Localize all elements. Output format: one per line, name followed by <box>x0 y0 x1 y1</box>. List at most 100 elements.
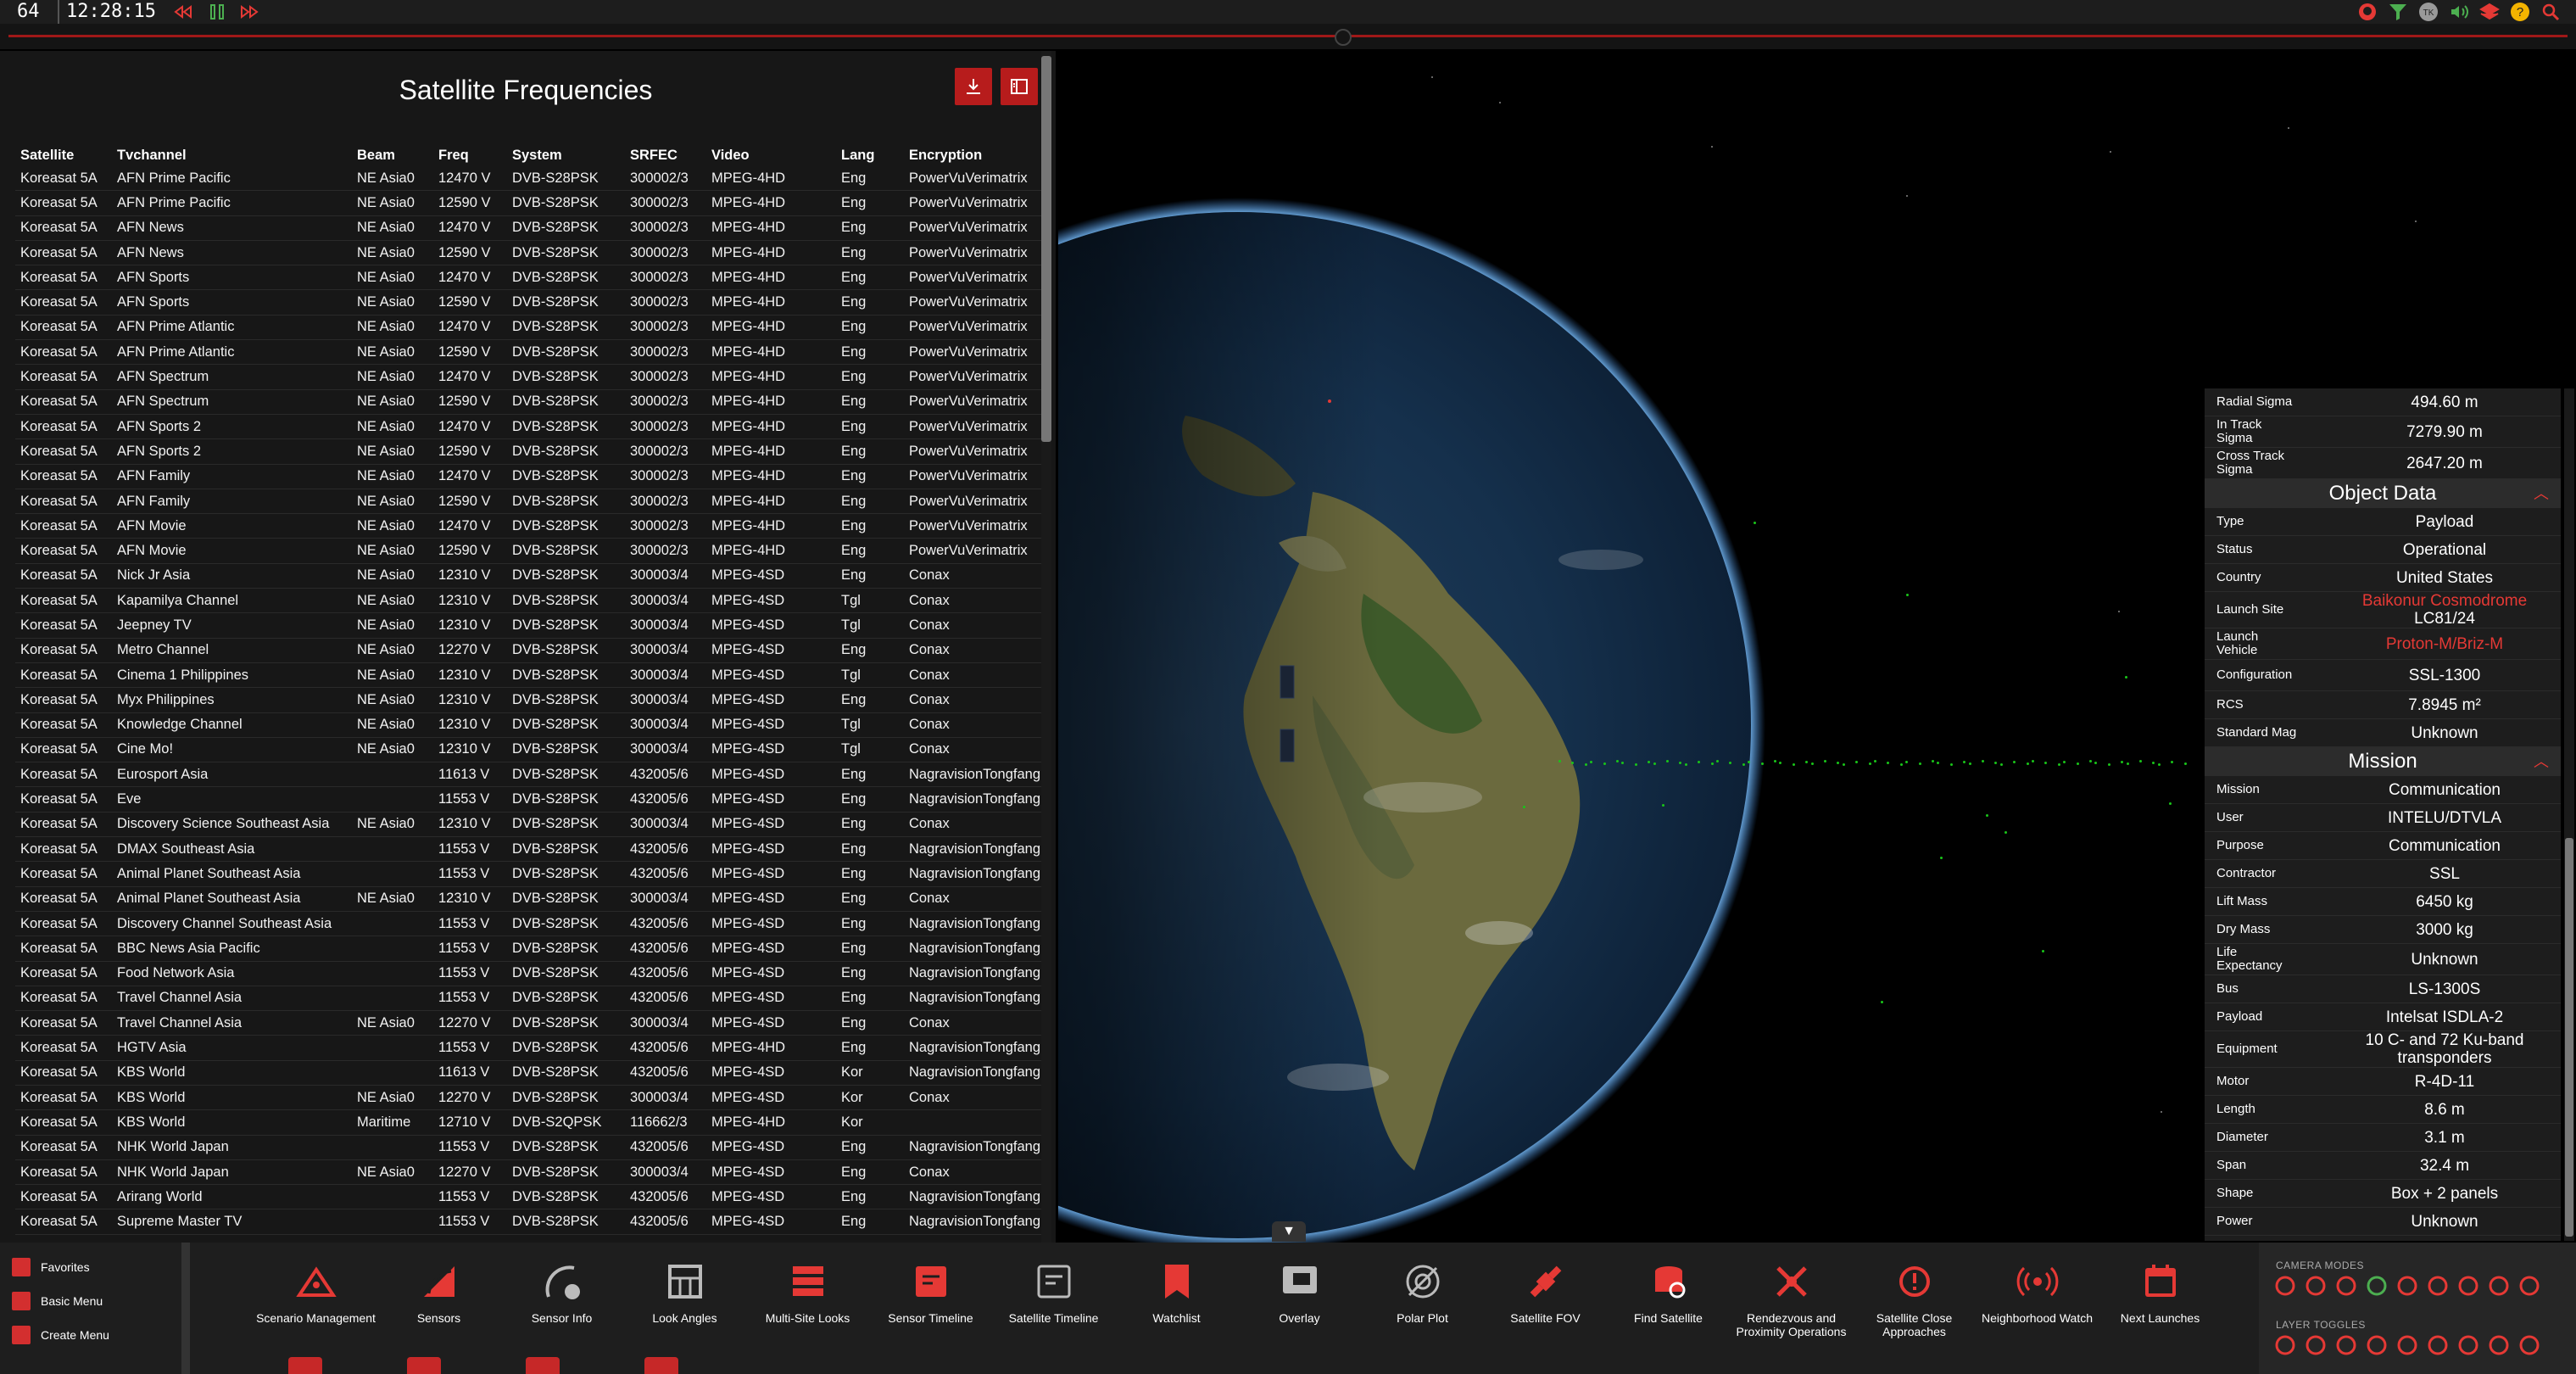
table-row[interactable]: Koreasat 5A Arirang World 11553 V DVB-S28PS… <box>15 1184 1051 1210</box>
search-icon[interactable] <box>2540 2 2561 22</box>
target-icon[interactable] <box>2427 1275 2449 1297</box>
layers-icon[interactable] <box>2479 2 2500 22</box>
image-icon[interactable] <box>2335 1334 2357 1356</box>
satellite-timeline-button[interactable]: Satellite Timeline <box>992 1260 1115 1338</box>
disabled-icon[interactable] <box>2396 1275 2418 1297</box>
satellite-dot[interactable] <box>2057 763 2060 766</box>
satellite-dot[interactable] <box>1662 804 1664 807</box>
menu-scrollbar[interactable] <box>181 1243 190 1374</box>
table-row[interactable]: Koreasat 5A AFN Movie NE Asia0 12470 V DVB-S… <box>15 513 1051 539</box>
table-row[interactable]: Koreasat 5A DMAX Southeast Asia 11553 V DVB… <box>15 836 1051 863</box>
info-panel-scrollbar[interactable] <box>2564 388 2574 1241</box>
find-satellite-button[interactable]: Find Satellite <box>1607 1260 1730 1338</box>
info-value-text[interactable]: Proton-M/Briz-M <box>2344 635 2545 653</box>
multi-site-button[interactable]: Multi-Site Looks <box>746 1260 869 1338</box>
table-row[interactable]: Koreasat 5A Cinema 1 Philippines NE Asia0 1… <box>15 662 1051 689</box>
satellite-dot[interactable] <box>2042 950 2044 952</box>
map-icon[interactable] <box>2305 1275 2327 1297</box>
satellite-dot[interactable] <box>1760 762 1764 765</box>
satellite-dot[interactable] <box>1616 760 1619 762</box>
object-data-header[interactable]: Object Data ︿ <box>2205 479 2561 508</box>
satellite-dot[interactable] <box>2169 802 2172 805</box>
calendar-button[interactable]: Next Launches <box>2099 1260 2222 1338</box>
sensor-button[interactable]: Sensors <box>377 1260 500 1338</box>
satellite-dot[interactable] <box>1874 760 1876 762</box>
satellite-dot[interactable] <box>1918 762 1921 765</box>
table-row[interactable]: Koreasat 5A AFN Prime Atlantic NE Asia0 124… <box>15 315 1051 341</box>
sensor-icon[interactable] <box>407 1357 441 1374</box>
table-row[interactable]: Koreasat 5A AFN News NE Asia0 12470 V DVB-S2… <box>15 215 1051 241</box>
house-icon[interactable] <box>2457 1275 2479 1297</box>
satellite-dot[interactable] <box>1653 762 1656 765</box>
no-satellite-icon[interactable] <box>2518 1334 2540 1356</box>
panel-toggle-button[interactable] <box>1001 68 1038 105</box>
satellite-view-icon[interactable] <box>2366 1275 2388 1297</box>
table-row[interactable]: Koreasat 5A Animal Planet Southeast Asia 1… <box>15 861 1051 887</box>
folder-icon[interactable] <box>526 1357 560 1374</box>
filter-icon[interactable] <box>2388 2 2408 22</box>
timeline-slider[interactable] <box>0 24 2576 49</box>
fast-forward-icon[interactable] <box>239 2 259 22</box>
table-row[interactable]: Koreasat 5A AFN Family NE Asia0 12470 V DVB-… <box>15 464 1051 489</box>
table-row[interactable]: Koreasat 5A Animal Planet Southeast Asia N… <box>15 886 1051 912</box>
look-angles-button[interactable]: Look Angles <box>623 1260 746 1338</box>
satellite-dot[interactable] <box>1899 763 1903 766</box>
column-header[interactable]: Video <box>706 144 836 166</box>
rewind-icon[interactable] <box>173 2 193 22</box>
satellite-dot[interactable] <box>1949 763 1953 766</box>
camera-icon[interactable] <box>2518 1275 2540 1297</box>
close-approach-button[interactable]: Satellite Close Approaches <box>1853 1260 1976 1338</box>
user-avatar-icon[interactable]: TK <box>2418 2 2439 22</box>
grid-icon[interactable] <box>2427 1334 2449 1356</box>
table-row[interactable]: Koreasat 5A Supreme Master TV 11553 V DVB-S… <box>15 1209 1051 1235</box>
table-row[interactable]: Koreasat 5A NHK World Japan NE Asia0 12270 … <box>15 1159 1051 1186</box>
column-header[interactable]: Beam <box>352 144 433 166</box>
table-scrollbar[interactable] <box>1041 51 1051 1243</box>
satellite-dot[interactable] <box>1634 763 1637 766</box>
polar-plot-button[interactable]: Polar Plot <box>1361 1260 1484 1338</box>
table-row[interactable]: Koreasat 5A Discovery Science Southeast A… <box>15 812 1051 838</box>
table-row[interactable]: Koreasat 5A AFN Sports 2 NE Asia0 12590 V DV… <box>15 438 1051 465</box>
table-row[interactable]: Koreasat 5A KBS World 11613 V DVB-S28PSK 432… <box>15 1060 1051 1086</box>
neighborhood-watch-button[interactable]: Neighborhood Watch <box>1976 1260 2099 1338</box>
column-header[interactable]: Encryption <box>904 144 1051 166</box>
help-icon[interactable]: ? <box>2510 2 2530 22</box>
satellite-dot[interactable] <box>1968 762 1971 765</box>
satellite-dot[interactable] <box>2107 763 2110 766</box>
satellite-dot[interactable] <box>1999 763 2003 766</box>
column-header[interactable]: Lang <box>836 144 904 166</box>
satellite-dot[interactable] <box>1940 857 1943 859</box>
table-row[interactable]: Koreasat 5A Knowledge Channel NE Asia0 1231… <box>15 712 1051 738</box>
satellite-dot[interactable] <box>2089 760 2092 762</box>
info-link[interactable]: Baikonur Cosmodrome LC81/24 <box>2344 592 2561 628</box>
scrollbar-thumb[interactable] <box>2565 838 2573 1237</box>
timeline-handle[interactable] <box>1335 29 1352 46</box>
calendar-icon[interactable] <box>288 1357 322 1374</box>
satellite-dot[interactable] <box>2183 762 2187 765</box>
satellite-icon[interactable] <box>2335 1275 2357 1297</box>
satellite-dot[interactable] <box>2125 676 2127 679</box>
satellite-dot[interactable] <box>1842 763 1845 766</box>
satellite-dot[interactable] <box>1754 522 1756 524</box>
collapse-bottom-menu-button[interactable]: ▼ <box>1272 1221 1306 1242</box>
table-row[interactable]: Koreasat 5A AFN Sports NE Asia0 12590 V DVB-… <box>15 289 1051 316</box>
table-row[interactable]: Koreasat 5A Metro Channel NE Asia0 12270 VD… <box>15 638 1051 663</box>
flag-icon[interactable] <box>2457 1334 2479 1356</box>
scrollbar-thumb[interactable] <box>1041 56 1051 442</box>
table-row[interactable]: Koreasat 5A KBS World Maritime 12710 V DVB-S… <box>15 1109 1051 1136</box>
cloud-icon[interactable] <box>2488 1334 2510 1356</box>
satellite-dot[interactable] <box>1986 814 1988 817</box>
contrast-icon[interactable] <box>2396 1334 2418 1356</box>
globe-icon[interactable] <box>2274 1275 2296 1297</box>
table-row[interactable]: Koreasat 5A Travel Channel Asia 11553 V DVB… <box>15 986 1051 1012</box>
table-row[interactable]: Koreasat 5A HGTV Asia 11553 V DVB-S28PSK 432… <box>15 1035 1051 1061</box>
create-menu[interactable]: Create Menu <box>12 1326 109 1344</box>
satellite-dot[interactable] <box>1824 760 1826 762</box>
satellite-fov-button[interactable]: Satellite FOV <box>1484 1260 1607 1338</box>
satellite-dot[interactable] <box>1982 760 1984 762</box>
table-row[interactable]: Koreasat 5A Eurosport Asia 11613 V DVB-S28P… <box>15 762 1051 788</box>
table-row[interactable]: Koreasat 5A AFN Movie NE Asia0 12590 V DVB-S… <box>15 538 1051 564</box>
satellite-dot[interactable] <box>1710 762 1714 765</box>
volume-icon[interactable] <box>2449 2 2469 22</box>
table-row[interactable]: Koreasat 5A AFN News NE Asia0 12590 V DVB-S2… <box>15 240 1051 266</box>
